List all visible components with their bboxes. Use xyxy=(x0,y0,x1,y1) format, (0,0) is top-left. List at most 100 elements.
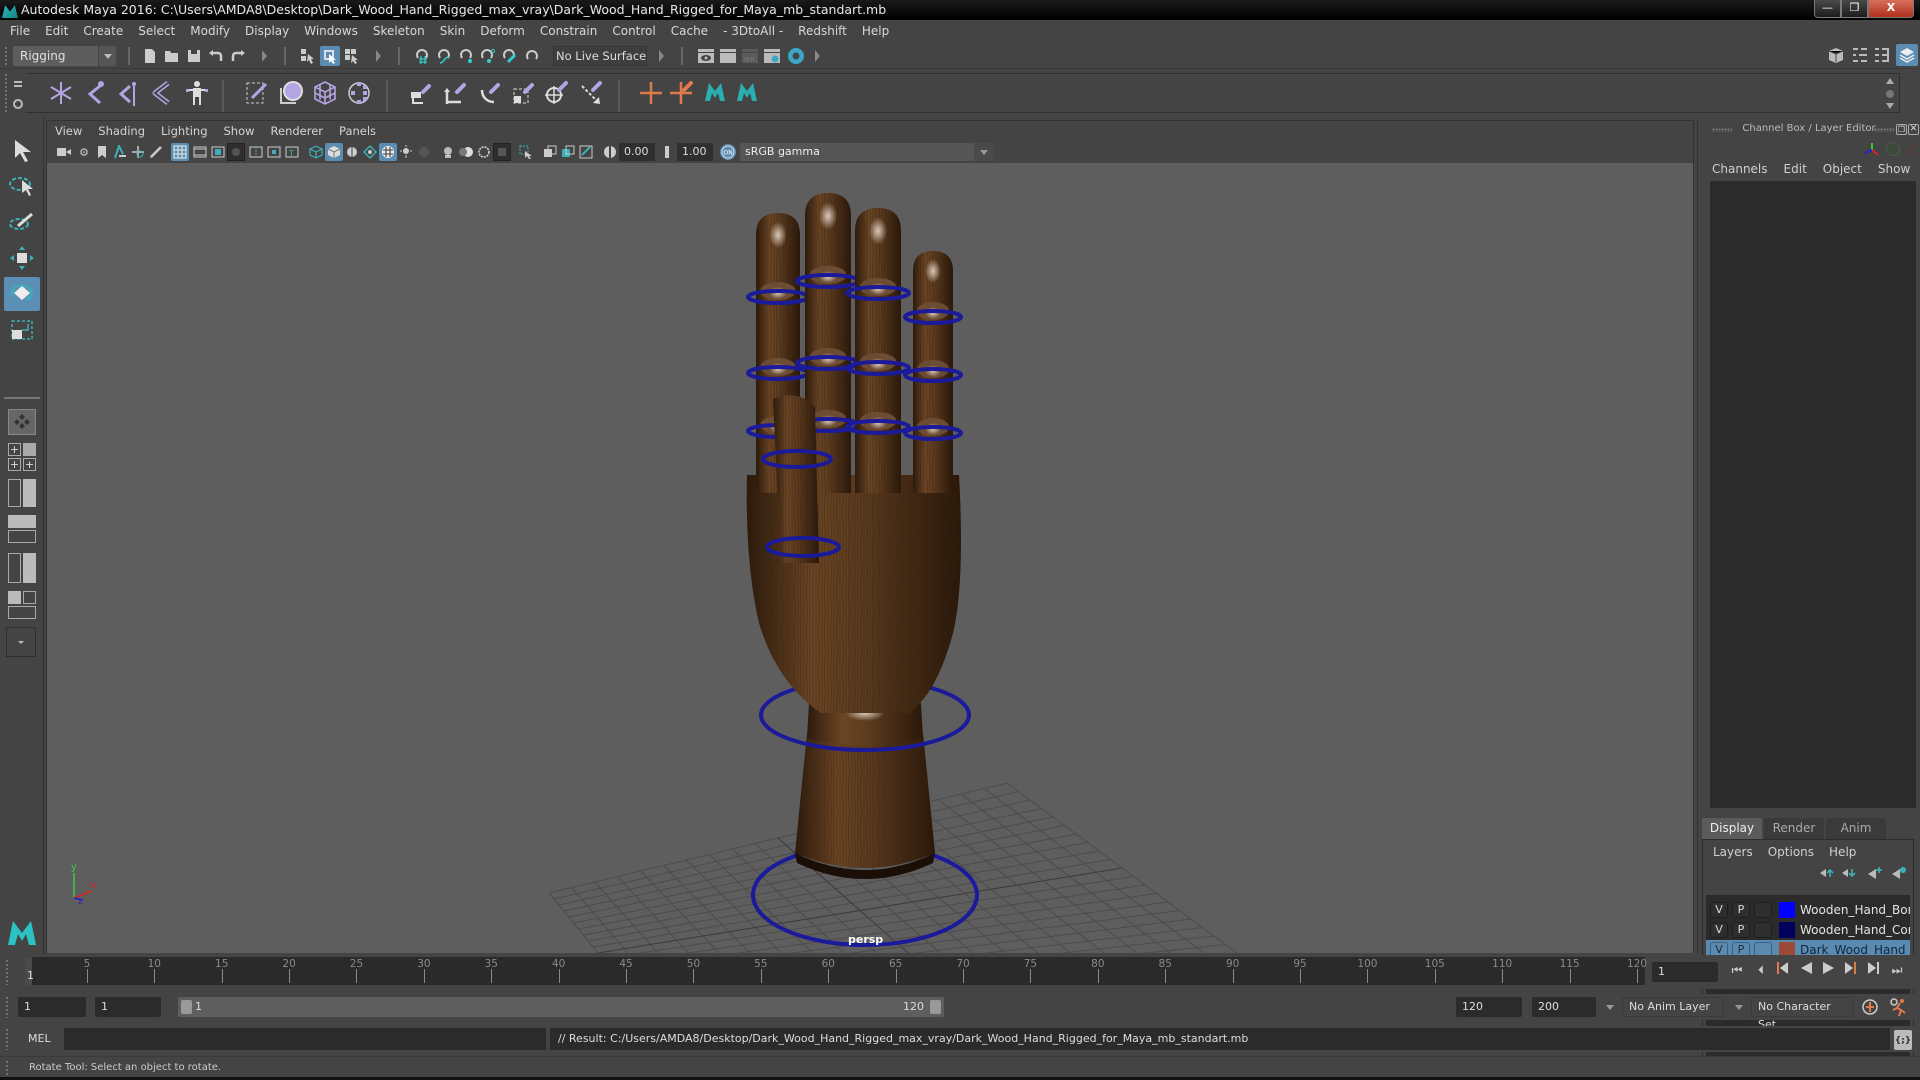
menu-deform[interactable]: Deform xyxy=(480,24,525,38)
bookmark-icon[interactable] xyxy=(93,143,111,161)
layer-row[interactable]: V P Wooden_Hand_Controllers xyxy=(1706,920,1910,940)
layer-visibility-toggle[interactable]: V xyxy=(1710,922,1728,938)
channels-menu[interactable]: Channels xyxy=(1712,162,1768,176)
menu-redshift[interactable]: Redshift xyxy=(798,24,847,38)
film-gate-icon[interactable] xyxy=(191,143,209,161)
gear-icon[interactable] xyxy=(13,99,23,109)
menu-skeleton[interactable]: Skeleton xyxy=(373,24,425,38)
collapse-arrow[interactable] xyxy=(262,50,267,62)
viewport-menu-shading[interactable]: Shading xyxy=(98,124,145,138)
move-layer-down-icon[interactable] xyxy=(1841,867,1857,881)
new-scene-icon[interactable] xyxy=(140,46,160,66)
layer-playback-toggle[interactable]: P xyxy=(1732,902,1750,918)
step-back-frame-icon[interactable]: ⏴ xyxy=(1752,961,1770,979)
script-editor-button[interactable]: {;} xyxy=(1894,1030,1912,1050)
single-perspective-layout-button[interactable] xyxy=(8,409,36,435)
animation-preferences-icon[interactable] xyxy=(1888,997,1908,1017)
script-language-toggle[interactable]: MEL xyxy=(28,1032,51,1045)
3d-scene-view[interactable]: y x z persp xyxy=(47,163,1693,953)
character-set-dropdown[interactable]: No Character Set xyxy=(1751,997,1853,1031)
render-view-icon[interactable] xyxy=(696,46,716,66)
menu-cache[interactable]: Cache xyxy=(671,24,708,38)
layer-name[interactable]: Wooden_Hand_Bones xyxy=(1800,900,1910,920)
drag-handle[interactable] xyxy=(1874,128,1894,132)
save-scene-icon[interactable] xyxy=(184,46,204,66)
viewport-menu-lighting[interactable]: Lighting xyxy=(161,124,207,138)
layout-more-dropdown[interactable] xyxy=(6,627,36,657)
persp-graph-layout-button[interactable] xyxy=(8,515,36,545)
restore-button[interactable]: ❐ xyxy=(1841,0,1868,18)
viewport-menu-show[interactable]: Show xyxy=(224,124,255,138)
playback-start-field[interactable]: 1 xyxy=(95,997,161,1017)
color-space-dropdown[interactable]: sRGB gamma xyxy=(740,143,994,161)
drag-handle[interactable] xyxy=(4,46,8,66)
select-tool[interactable] xyxy=(4,133,40,167)
viewport-menu-view[interactable]: View xyxy=(55,124,82,138)
snap-curve-icon[interactable] xyxy=(434,46,454,66)
chevron-down-icon[interactable] xyxy=(1735,1005,1743,1010)
animation-end-field[interactable]: 200 xyxy=(1532,997,1596,1017)
maya-logo-icon-2[interactable] xyxy=(732,76,762,106)
maya-logo-icon[interactable] xyxy=(700,76,730,106)
lattice-icon[interactable] xyxy=(310,78,340,108)
layers-menu[interactable]: Layers xyxy=(1713,845,1753,859)
anti-aliasing-icon[interactable] xyxy=(475,143,493,161)
auto-key-icon[interactable] xyxy=(1861,998,1879,1016)
locator-icon[interactable] xyxy=(636,78,666,108)
edit-menu[interactable]: Edit xyxy=(1784,162,1807,176)
layer-display-type-toggle[interactable] xyxy=(1754,902,1772,918)
safe-title-icon[interactable]: T xyxy=(283,143,301,161)
camera-attributes-icon[interactable]: ⚙ xyxy=(75,143,93,161)
orient-constraint-icon[interactable] xyxy=(474,78,504,108)
point-constraint-icon[interactable] xyxy=(440,78,470,108)
hyper-icon[interactable] xyxy=(1906,142,1918,156)
ipr-render-icon[interactable]: IPR xyxy=(740,46,760,66)
command-input[interactable] xyxy=(64,1028,546,1050)
cluster-icon[interactable] xyxy=(344,78,374,108)
locator-constraint-icon[interactable] xyxy=(668,78,698,108)
redo-icon[interactable] xyxy=(228,46,248,66)
grease-pencil-icon[interactable] xyxy=(147,143,165,161)
paint-select-tool[interactable] xyxy=(4,205,40,239)
scale-constraint-icon[interactable] xyxy=(508,78,538,108)
tool-settings-icon[interactable] xyxy=(1872,45,1892,65)
menu-display[interactable]: Display xyxy=(245,24,289,38)
gate-mask-icon[interactable] xyxy=(227,143,245,161)
shadows-icon[interactable] xyxy=(397,143,415,161)
smooth-bind-icon[interactable] xyxy=(276,78,306,108)
menu-constrain[interactable]: Constrain xyxy=(540,24,598,38)
viewport-menu-panels[interactable]: Panels xyxy=(339,124,376,138)
object-menu[interactable]: Object xyxy=(1823,162,1862,176)
speed-icon[interactable] xyxy=(1886,142,1900,156)
attribute-editor-icon[interactable] xyxy=(1850,45,1870,65)
pole-vector-icon[interactable] xyxy=(576,78,606,108)
mirror-joint-icon[interactable] xyxy=(114,78,144,108)
play-backwards-icon[interactable] xyxy=(1797,961,1815,979)
time-ruler[interactable]: 1 5 10 15 20 25 30 35 40 45 50 55 60 65 70 75 80 85 90 95 1… xyxy=(25,957,1647,985)
close-panel-icon[interactable]: ✕ xyxy=(1908,124,1919,135)
options-menu[interactable]: Options xyxy=(1768,845,1814,859)
chevron-down-icon[interactable] xyxy=(1606,1005,1614,1010)
step-forward-key-icon[interactable] xyxy=(1842,961,1860,979)
screen-space-ao-icon[interactable] xyxy=(439,143,457,161)
shelf-tabs-toggle[interactable] xyxy=(12,77,26,113)
show-menu[interactable]: Show xyxy=(1878,162,1910,176)
exposure-field[interactable]: 0.00 xyxy=(619,143,655,161)
menu-windows[interactable]: Windows xyxy=(304,24,358,38)
layer-color-swatch[interactable] xyxy=(1779,902,1795,918)
anim-layer-dropdown[interactable]: No Anim Layer xyxy=(1622,997,1724,1017)
xray-joints-icon[interactable] xyxy=(559,143,577,161)
ambient-occlusion-icon[interactable] xyxy=(415,143,433,161)
drag-handle[interactable] xyxy=(5,996,9,1018)
go-to-end-icon[interactable]: ⏭ xyxy=(1888,961,1906,979)
hypershade-icon[interactable] xyxy=(786,46,806,66)
snap-grid-icon[interactable] xyxy=(412,46,432,66)
layer-color-swatch[interactable] xyxy=(1779,922,1795,938)
ik-handle-icon[interactable] xyxy=(148,78,178,108)
resolution-gate-icon[interactable] xyxy=(209,143,227,161)
drag-handle[interactable] xyxy=(1712,128,1732,132)
new-layer-selected-icon[interactable] xyxy=(1891,866,1907,880)
menu-select[interactable]: Select xyxy=(138,24,175,38)
menu-help[interactable]: Help xyxy=(862,24,889,38)
play-forwards-icon[interactable] xyxy=(1820,961,1838,979)
